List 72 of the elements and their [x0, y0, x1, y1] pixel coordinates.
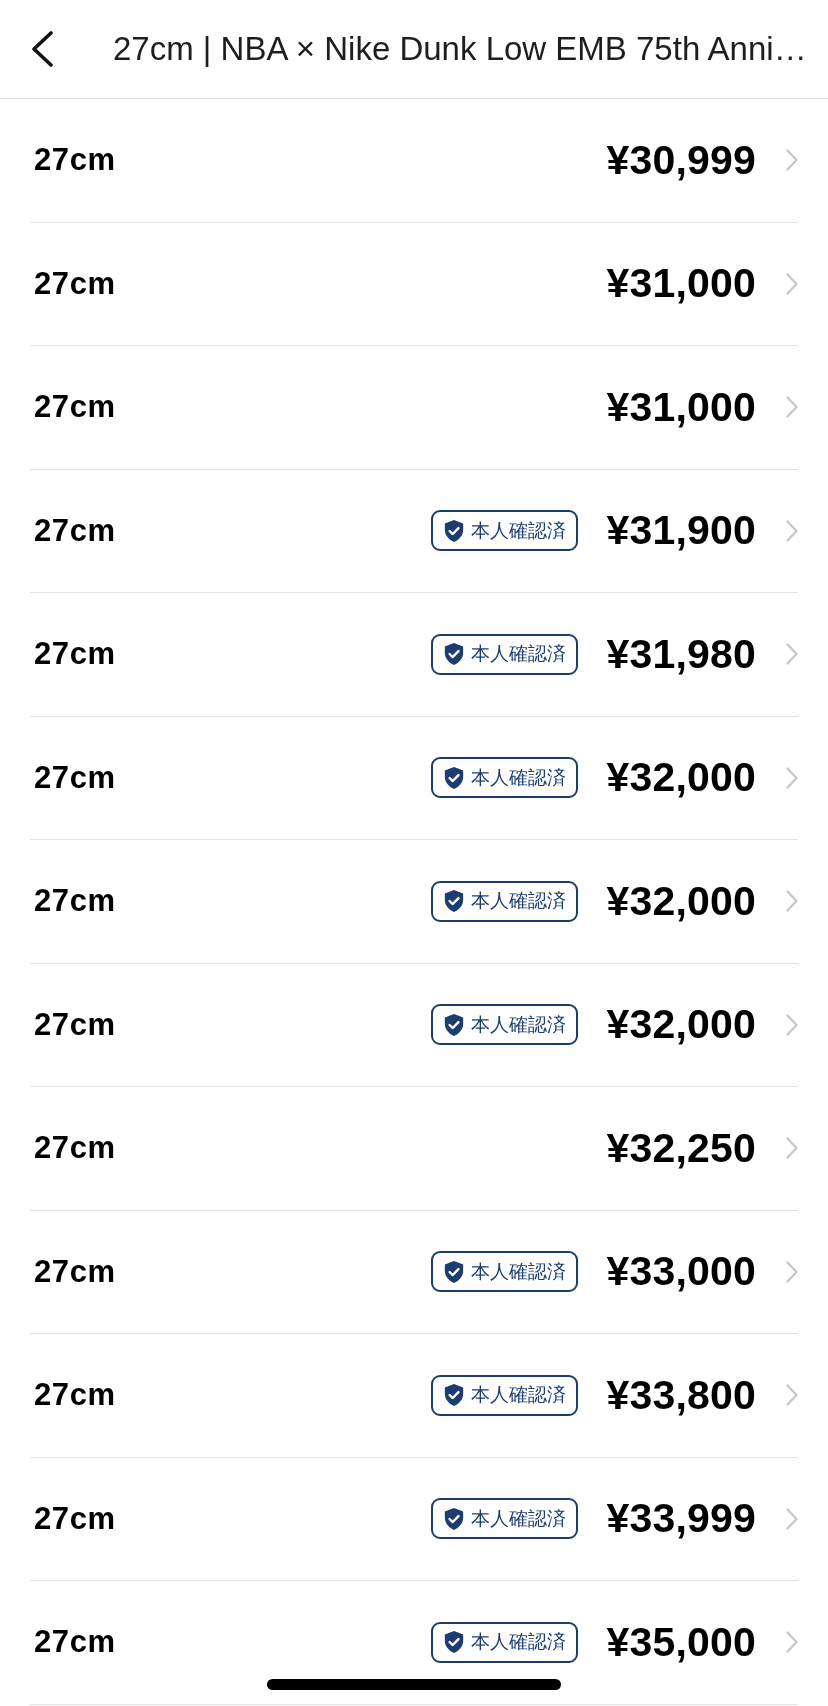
size-label: 27cm: [34, 636, 116, 673]
listing-row[interactable]: 27cm 本人確認済 ¥33,999: [30, 1457, 798, 1581]
listing-row[interactable]: 27cm ¥30,999: [30, 99, 798, 223]
shield-check-icon: [443, 889, 466, 914]
chevron-right-icon: [786, 1013, 798, 1036]
price-label: ¥31,900: [606, 507, 756, 555]
verified-label: 本人確認済: [471, 518, 567, 543]
chevron-right-icon: [786, 766, 798, 789]
price-label: ¥33,000: [606, 1248, 756, 1296]
size-label: 27cm: [34, 389, 116, 426]
size-label: 27cm: [34, 759, 116, 796]
price-label: ¥32,000: [606, 754, 756, 802]
size-label: 27cm: [34, 1624, 116, 1661]
page-title: 27cm | NBA × Nike Dunk Low EMB 75th Anni…: [113, 30, 807, 68]
price-label: ¥35,000: [606, 1618, 756, 1666]
chevron-right-icon: [786, 149, 798, 172]
chevron-right-icon: [786, 1507, 798, 1530]
verified-label: 本人確認済: [471, 1383, 567, 1408]
listing-row[interactable]: 27cm 本人確認済 ¥32,000: [30, 840, 798, 964]
chevron-right-icon: [786, 519, 798, 542]
chevron-right-icon: [786, 1137, 798, 1160]
size-label: 27cm: [34, 883, 116, 920]
back-button[interactable]: [30, 31, 54, 67]
verified-label: 本人確認済: [471, 642, 567, 667]
size-label: 27cm: [34, 1377, 116, 1414]
verified-label: 本人確認済: [471, 1506, 567, 1531]
chevron-right-icon: [786, 1631, 798, 1654]
shield-check-icon: [443, 1506, 466, 1531]
price-label: ¥32,000: [606, 1001, 756, 1049]
shield-check-icon: [443, 1383, 466, 1408]
price-label: ¥31,000: [606, 383, 756, 431]
price-label: ¥30,999: [606, 136, 756, 184]
size-label: 27cm: [34, 142, 116, 179]
price-label: ¥33,999: [606, 1495, 756, 1543]
shield-check-icon: [443, 642, 466, 667]
shield-check-icon: [443, 1259, 466, 1284]
listing-row[interactable]: 27cm ¥31,000: [30, 346, 798, 470]
shield-check-icon: [443, 518, 466, 543]
shield-check-icon: [443, 1630, 466, 1655]
chevron-right-icon: [786, 890, 798, 913]
listing-row[interactable]: 27cm 本人確認済 ¥33,800: [30, 1334, 798, 1458]
price-label: ¥32,000: [606, 877, 756, 925]
size-label: 27cm: [34, 1253, 116, 1290]
chevron-right-icon: [786, 1384, 798, 1407]
size-label: 27cm: [34, 1130, 116, 1167]
price-label: ¥31,000: [606, 260, 756, 308]
chevron-right-icon: [786, 272, 798, 295]
listing-row[interactable]: 27cm 本人確認済 ¥32,000: [30, 963, 798, 1087]
verified-label: 本人確認済: [471, 889, 567, 914]
verified-label: 本人確認済: [471, 1259, 567, 1284]
listing-row[interactable]: 27cm ¥32,250: [30, 1087, 798, 1211]
shield-check-icon: [443, 1012, 466, 1037]
listing-row[interactable]: 27cm 本人確認済 ¥31,980: [30, 593, 798, 717]
listing-row[interactable]: 27cm 本人確認済 ¥31,900: [30, 469, 798, 593]
size-label: 27cm: [34, 512, 116, 549]
verified-label: 本人確認済: [471, 1630, 567, 1655]
chevron-left-icon: [30, 31, 54, 67]
verified-label: 本人確認済: [471, 765, 567, 790]
verified-label: 本人確認済: [471, 1012, 567, 1037]
listing-row[interactable]: 27cm 本人確認済 ¥32,000: [30, 716, 798, 840]
price-label: ¥33,800: [606, 1371, 756, 1419]
listing-row[interactable]: 27cm 本人確認済 ¥33,000: [30, 1210, 798, 1334]
size-label: 27cm: [34, 265, 116, 302]
chevron-right-icon: [786, 643, 798, 666]
chevron-right-icon: [786, 396, 798, 419]
listing-row[interactable]: 27cm ¥31,000: [30, 222, 798, 346]
price-label: ¥31,980: [606, 630, 756, 678]
shield-check-icon: [443, 765, 466, 790]
size-label: 27cm: [34, 1500, 116, 1537]
size-label: 27cm: [34, 1006, 116, 1043]
price-label: ¥32,250: [606, 1124, 756, 1172]
chevron-right-icon: [786, 1260, 798, 1283]
